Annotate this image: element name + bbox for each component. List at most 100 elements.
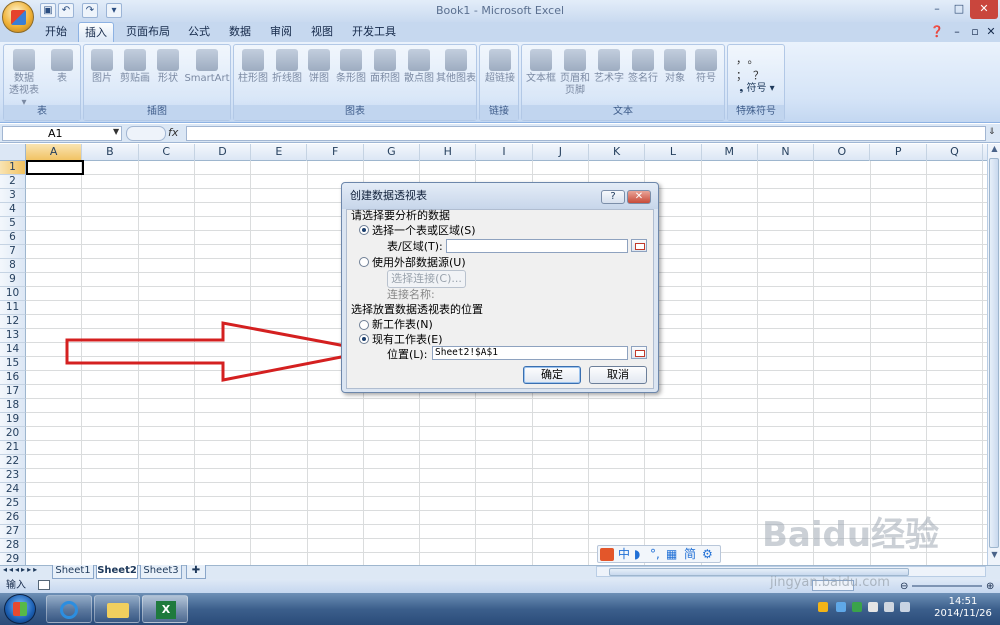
picture-button[interactable]: 图片 — [86, 49, 118, 85]
punctuation-icon[interactable]: ，。；？ — [736, 51, 770, 83]
name-box[interactable]: A1 — [2, 126, 122, 141]
row-header-4[interactable]: 4 — [0, 203, 26, 217]
taskbar-excel[interactable]: X — [142, 595, 188, 623]
start-button[interactable] — [4, 594, 36, 624]
clipart-button[interactable]: 剪贴画 — [118, 49, 152, 85]
column-header-f[interactable]: F — [308, 144, 364, 161]
column-header-a[interactable]: A — [26, 144, 83, 161]
expand-formula-icon[interactable]: ⇓ — [988, 127, 996, 137]
location-collapse-icon[interactable] — [631, 346, 647, 359]
ok-button[interactable]: 确定 — [523, 366, 581, 384]
ime-settings-icon[interactable]: ⚙ — [702, 546, 713, 562]
bar-chart-button[interactable]: 条形图 — [334, 49, 368, 85]
radio-new-worksheet[interactable] — [359, 320, 369, 330]
row-header-23[interactable]: 23 — [0, 469, 26, 483]
row-header-20[interactable]: 20 — [0, 427, 26, 441]
column-header-o[interactable]: O — [814, 144, 871, 161]
sheet-nav-icon[interactable]: ◂◂◂▸▸▸ — [3, 565, 39, 574]
special-symbol-button[interactable]: ❟ 符号 ▾ — [732, 83, 782, 95]
row-header-15[interactable]: 15 — [0, 357, 26, 371]
row-header-17[interactable]: 17 — [0, 385, 26, 399]
ime-halfwidth-icon[interactable]: ◗ — [634, 546, 640, 562]
taskbar-ie[interactable] — [46, 595, 92, 623]
textbox-button[interactable]: 文本框 — [524, 49, 558, 85]
hyperlink-button[interactable]: 超链接 — [482, 49, 518, 85]
row-header-21[interactable]: 21 — [0, 441, 26, 455]
tab-view[interactable]: 视图 — [304, 22, 340, 42]
cancel-button[interactable]: 取消 — [589, 366, 647, 384]
radio-external-source[interactable] — [359, 257, 369, 267]
row-header-22[interactable]: 22 — [0, 455, 26, 469]
ime-simplified-mode[interactable]: 简 — [684, 546, 696, 562]
column-header-j[interactable]: J — [533, 144, 589, 161]
smartart-button[interactable]: SmartArt — [184, 49, 230, 85]
dialog-close-button[interactable]: ✕ — [627, 190, 651, 204]
radio-existing-worksheet[interactable] — [359, 334, 369, 344]
active-cell[interactable] — [26, 160, 84, 175]
column-header-k[interactable]: K — [589, 144, 646, 161]
column-header-i[interactable]: I — [476, 144, 533, 161]
area-chart-button[interactable]: 面积图 — [368, 49, 402, 85]
ribbon-close-icon[interactable]: ✕ — [984, 22, 998, 42]
table-button[interactable]: 表 — [46, 49, 78, 85]
row-header-9[interactable]: 9 — [0, 273, 26, 287]
column-header-b[interactable]: B — [82, 144, 139, 161]
row-header-25[interactable]: 25 — [0, 497, 26, 511]
macro-record-icon[interactable] — [38, 580, 50, 590]
help-icon[interactable]: ❓ — [930, 22, 944, 42]
row-header-28[interactable]: 28 — [0, 539, 26, 553]
column-header-h[interactable]: H — [420, 144, 477, 161]
tab-review[interactable]: 审阅 — [264, 22, 298, 42]
select-all-corner[interactable] — [0, 144, 26, 161]
column-header-d[interactable]: D — [195, 144, 252, 161]
column-chart-button[interactable]: 柱形图 — [236, 49, 270, 85]
row-header-13[interactable]: 13 — [0, 329, 26, 343]
other-charts-button[interactable]: 其他图表 — [436, 49, 476, 85]
tab-page-layout[interactable]: 页面布局 — [120, 22, 176, 42]
pie-chart-button[interactable]: 饼图 — [304, 49, 334, 85]
row-header-2[interactable]: 2 — [0, 175, 26, 189]
row-header-19[interactable]: 19 — [0, 413, 26, 427]
row-header-27[interactable]: 27 — [0, 525, 26, 539]
ime-logo-icon[interactable] — [600, 548, 614, 561]
column-header-m[interactable]: M — [702, 144, 758, 161]
scatter-chart-button[interactable]: 散点图 — [402, 49, 436, 85]
radio-external-source-label[interactable]: 使用外部数据源(U) — [372, 256, 466, 269]
row-header-5[interactable]: 5 — [0, 217, 26, 231]
sheet-tab-1[interactable]: Sheet1 — [52, 565, 94, 579]
tab-insert[interactable]: 插入 — [78, 22, 114, 42]
close-window-button[interactable]: ✕ — [970, 0, 998, 19]
row-header-11[interactable]: 11 — [0, 301, 26, 315]
shapes-button[interactable]: 形状 — [152, 49, 184, 85]
column-header-n[interactable]: N — [758, 144, 815, 161]
row-header-14[interactable]: 14 — [0, 343, 26, 357]
column-header-l[interactable]: L — [645, 144, 702, 161]
row-header-3[interactable]: 3 — [0, 189, 26, 203]
row-header-18[interactable]: 18 — [0, 399, 26, 413]
formula-input[interactable] — [186, 126, 986, 141]
maximize-button[interactable]: □ — [948, 0, 970, 19]
ime-punctuation-icon[interactable]: °, — [650, 546, 660, 562]
tab-developer[interactable]: 开发工具 — [346, 22, 402, 42]
vertical-scrollbar[interactable]: ▲ ▼ — [987, 144, 1000, 565]
radio-select-table-label[interactable]: 选择一个表或区域(S) — [372, 224, 476, 237]
minimize-button[interactable]: – — [926, 0, 948, 19]
ime-keyboard-icon[interactable]: ▦ — [666, 546, 677, 562]
header-footer-button[interactable]: 页眉和 页脚 — [558, 49, 592, 97]
ime-toolbar[interactable]: 中 ◗ °, ▦ 简 ⚙ — [597, 545, 721, 563]
row-header-7[interactable]: 7 — [0, 245, 26, 259]
column-header-p[interactable]: P — [871, 144, 927, 161]
dialog-help-button[interactable]: ? — [601, 190, 625, 204]
ime-chinese-mode[interactable]: 中 — [618, 546, 630, 562]
table-range-input[interactable] — [446, 239, 628, 253]
row-header-8[interactable]: 8 — [0, 259, 26, 273]
location-input[interactable]: Sheet2!$A$1 — [432, 346, 628, 360]
pivot-table-button[interactable]: 数据 透视表 ▾ — [6, 49, 42, 109]
insert-sheet-icon[interactable]: ✚ — [186, 565, 206, 579]
formula-toggle[interactable] — [126, 126, 166, 141]
column-header-c[interactable]: C — [139, 144, 195, 161]
column-header-q[interactable]: Q — [927, 144, 984, 161]
signature-line-button[interactable]: 签名行 — [626, 49, 660, 85]
wordart-button[interactable]: 艺术字 — [592, 49, 626, 85]
column-header-e[interactable]: E — [251, 144, 308, 161]
